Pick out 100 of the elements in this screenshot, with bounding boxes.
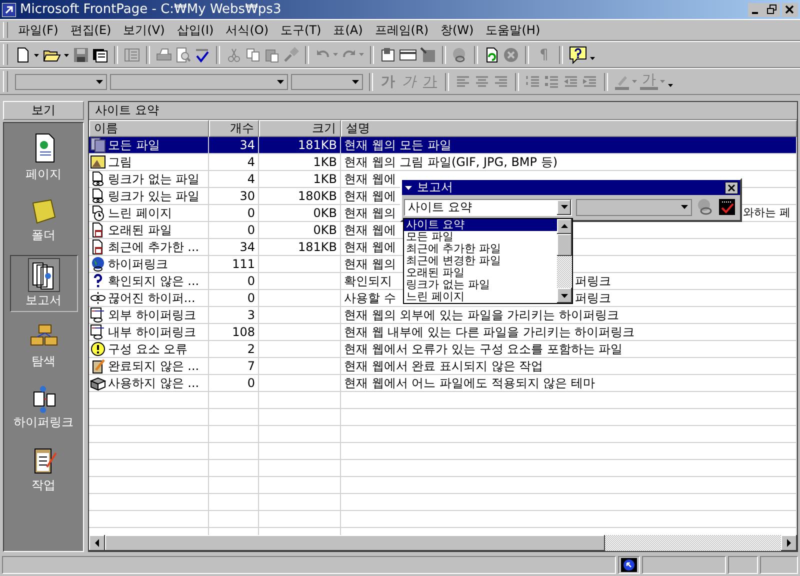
spelling-check-icon — [194, 46, 210, 62]
window-title: Microsoft FrontPage - C:₩My Webs₩ps3 — [20, 2, 282, 17]
report-row[interactable]: 구성 요소 오류 2 현재 웹에서 오류가 있는 구성 요소를 포함하는 파일 — [89, 341, 797, 358]
dropdown-arrow-icon[interactable] — [560, 205, 568, 209]
status-bar-panel — [728, 556, 758, 574]
file-count: 7 — [247, 359, 255, 373]
report-name: 구성 요소 오류 — [108, 341, 188, 357]
report-description: 현재 웹에서 어느 파일에도 적용되지 않은 테마 — [344, 376, 595, 390]
file-count: 0 — [247, 274, 255, 288]
app-icon — [2, 2, 16, 16]
report-row[interactable]: 그림 4 1KB 현재 웹의 그림 파일(GIF, JPG, BMP 등) — [89, 154, 797, 171]
menu-item[interactable]: 프레임(R) — [368, 22, 434, 38]
report-description: 현재 웹의 — [344, 257, 396, 271]
report-row[interactable]: 외부 하이퍼링크 3 현재 웹의 외부에 있는 파일을 가리키는 하이퍼링크 — [89, 307, 797, 324]
hyperlink-icon — [696, 198, 714, 216]
dropdown-option[interactable]: 최근에 변경한 파일 — [404, 255, 557, 267]
bold-label: 가 — [380, 72, 396, 90]
file-count: 3 — [247, 308, 255, 322]
report-row[interactable]: 모든 파일 34 181KB 현재 웹의 모든 파일 — [89, 137, 797, 154]
column-header[interactable]: 이름 — [89, 120, 209, 137]
menu-item[interactable]: 파일(F) — [12, 22, 64, 38]
menu-item[interactable]: 삽입(I) — [170, 22, 220, 38]
view-button[interactable]: 작업 — [10, 442, 78, 497]
file-count: 0 — [247, 223, 255, 237]
report-name: 오래된 파일 — [108, 222, 172, 238]
menu-item[interactable]: 편집(E) — [64, 22, 118, 38]
report-description: 현재 웹의 모든 파일 — [344, 138, 452, 152]
report-title: 사이트 요약 — [89, 102, 797, 120]
scroll-right-icon[interactable] — [781, 535, 797, 551]
minimize-icon[interactable] — [748, 2, 764, 16]
vertical-scrollbar[interactable] — [557, 219, 572, 303]
menu-item[interactable]: 보기(V) — [117, 22, 171, 38]
scroll-left-icon[interactable] — [89, 535, 105, 551]
dropdown-option[interactable]: 느린 페이지 — [404, 291, 557, 303]
publish-icon[interactable] — [92, 46, 108, 62]
align-center-icon — [474, 74, 490, 90]
scroll-down-icon[interactable] — [557, 288, 572, 303]
report-row[interactable]: 완료되지 않은 ... 7 현재 웹에서 완료 표시되지 않은 작업 — [89, 358, 797, 375]
decrease-indent-icon — [563, 74, 579, 90]
report-description: 현재 웹에 — [344, 189, 396, 203]
report-description: 확인되지 — [344, 274, 392, 288]
views-bar-title: 보기 — [3, 101, 84, 120]
new-page-icon[interactable] — [15, 46, 31, 62]
pointer-icon — [621, 558, 637, 572]
picture-icon — [90, 154, 106, 170]
report-row[interactable]: 내부 하이퍼링크 108 현재 웹 내부에 있는 다른 파일을 가리키는 하이퍼링크 — [89, 324, 797, 341]
column-header[interactable]: 크기 — [259, 120, 341, 137]
dropdown-option[interactable]: 링크가 없는 파일 — [404, 279, 557, 291]
view-button[interactable]: 보고서 — [10, 255, 78, 312]
horizontal-scrollbar[interactable] — [89, 535, 797, 551]
view-button[interactable]: 폴더 — [10, 194, 78, 247]
close-icon[interactable] — [725, 182, 738, 194]
menu-item[interactable]: 서식(O) — [220, 22, 275, 38]
menu-item[interactable]: 도구(T) — [274, 22, 328, 38]
paintbrush-icon — [283, 46, 299, 62]
file-count: 111 — [232, 257, 255, 271]
report-description: 현재 웹에서 오류가 있는 구성 요소를 포함하는 파일 — [344, 342, 623, 356]
dropdown-arrow-icon[interactable] — [404, 183, 413, 192]
report-description: 사용할 수 — [344, 291, 396, 305]
menu-item[interactable]: 도움말(H) — [480, 22, 546, 38]
report-name: 하이퍼링크 — [108, 256, 168, 272]
column-header[interactable]: 개수 — [209, 120, 259, 137]
dropdown-arrow-icon — [352, 80, 359, 84]
close-icon[interactable] — [782, 2, 798, 16]
refresh-icon[interactable] — [484, 46, 500, 62]
dropdown-option[interactable]: 사이트 요약 — [404, 219, 557, 231]
scroll-up-icon[interactable] — [557, 219, 572, 234]
folder-list-icon — [124, 46, 140, 62]
highlighter-icon — [614, 74, 630, 90]
report-description: 현재 웹의 외부에 있는 파일을 가리키는 하이퍼링크 — [344, 308, 619, 322]
font-color-label: 가 — [640, 73, 658, 90]
scissors-icon — [226, 46, 242, 62]
report-name: 외부 하이퍼링크 — [108, 307, 196, 323]
report-dropdown[interactable]: 사이트 요약 — [404, 198, 572, 216]
help-icon[interactable] — [569, 46, 587, 64]
view-button[interactable]: 페이지 — [10, 129, 78, 186]
report-description: 와하는 페 — [743, 205, 790, 221]
report-name: 내부 하이퍼링크 — [108, 324, 196, 340]
file-size: 181KB — [298, 240, 337, 254]
report-description: 현재 웹에서 완료 표시되지 않은 작업 — [344, 359, 544, 373]
view-button[interactable]: 하이퍼링크 — [10, 381, 78, 434]
menu-item[interactable]: 표(A) — [327, 22, 369, 38]
report-description: 현재 웹 내부에 있는 다른 파일을 가리키는 하이퍼링크 — [344, 325, 635, 339]
restore-icon[interactable] — [764, 2, 780, 16]
column-header[interactable]: 설명 — [341, 120, 797, 137]
theme-icon — [90, 375, 106, 391]
pencil-icon — [90, 358, 106, 374]
save-icon[interactable] — [73, 46, 89, 62]
file-count: 0 — [247, 376, 255, 390]
pilcrow-label: ¶ — [538, 46, 550, 64]
dropdown-option[interactable]: 오래된 파일 — [404, 267, 557, 279]
report-name: 그림 — [108, 154, 132, 170]
bullet-list-icon — [544, 74, 560, 90]
view-button[interactable]: 탐색 — [10, 320, 78, 373]
verify-icon[interactable] — [718, 198, 736, 216]
scroll-thumb[interactable] — [105, 535, 605, 551]
report-description: 퍼링크 — [575, 290, 611, 306]
scroll-thumb[interactable] — [557, 234, 572, 256]
menu-item[interactable]: 창(W) — [434, 22, 480, 38]
dropdown-option[interactable]: 최근에 추가한 파일 — [404, 243, 557, 255]
